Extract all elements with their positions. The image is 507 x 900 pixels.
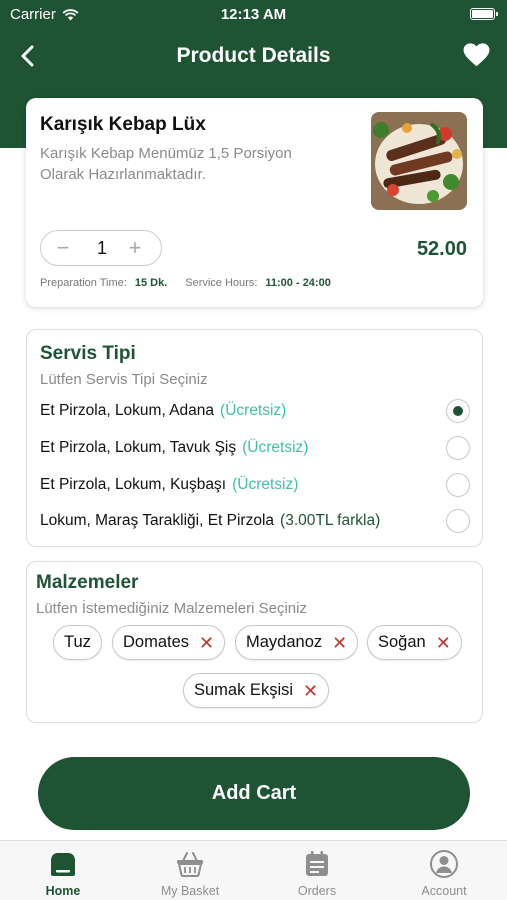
service-type-title: Servis Tipi <box>40 343 136 364</box>
prep-time-label: Preparation Time: <box>40 277 127 289</box>
option-label: Et Pirzola, Lokum, Adana <box>40 402 215 419</box>
basket-icon <box>177 852 203 877</box>
option-price-tag: (3.00TL farkla) <box>280 512 381 529</box>
prep-time-value: 15 Dk. <box>134 277 168 289</box>
tab-label: Account <box>421 884 467 898</box>
tab-label: Orders <box>297 884 337 898</box>
status-bar: Carrier 12:13 AM <box>0 0 507 30</box>
service-hours-label: Service Hours: <box>185 277 258 289</box>
option-label: Lokum, Maraş Tarakliği, Et Pirzola <box>40 512 275 529</box>
navigation-bar: Product Details <box>0 36 507 76</box>
tab-orders[interactable]: Orders <box>254 841 380 900</box>
favorite-button[interactable] <box>461 40 491 70</box>
chip-label: Maydanoz <box>246 633 323 651</box>
product-description: Karışık Kebap Menümüz 1,5 Porsiyon Olara… <box>40 145 292 183</box>
ingredients-card: Malzemeler Lütfen İstemediğiniz Malzemel… <box>26 561 483 723</box>
product-card: Karışık Kebap Lüx Karışık Kebap Menümüz … <box>26 98 483 307</box>
ingredient-chip[interactable]: Domates ✕ <box>112 625 226 660</box>
product-name: Karışık Kebap Lüx <box>40 114 206 135</box>
tab-label: Home <box>45 884 81 898</box>
product-image <box>371 112 467 210</box>
option-label: Et Pirzola, Lokum, Tavuk Şiş <box>40 439 237 456</box>
battery-icon <box>470 8 498 20</box>
product-price: 52.00 <box>416 238 467 260</box>
service-option[interactable]: Lokum, Maraş Tarakliği, Et Pirzola (3.00T… <box>40 507 470 535</box>
radio-button-selected[interactable] <box>446 399 470 423</box>
increment-button[interactable]: + <box>121 235 149 263</box>
service-option[interactable]: Et Pirzola, Lokum, Tavuk Şiş (Ücretsiz) <box>40 434 470 462</box>
preparation-info: Preparation Time: 15 Dk. Service Hours: 11:… <box>40 277 331 289</box>
option-price-tag: (Ücretsiz) <box>232 476 299 493</box>
service-hours-value: 11:00 - 24:00 <box>265 277 331 289</box>
home-icon <box>51 853 75 876</box>
option-price-tag: (Ücretsiz) <box>242 439 309 456</box>
ingredient-chip[interactable]: Soğan ✕ <box>367 625 462 660</box>
ingredient-chip[interactable]: Maydanoz ✕ <box>235 625 359 660</box>
heart-icon <box>463 43 489 67</box>
radio-button[interactable] <box>446 473 470 497</box>
remove-icon[interactable]: ✕ <box>199 634 214 652</box>
tab-bar: Home My Basket Orders Account <box>0 840 507 900</box>
option-price-tag: (Ücretsiz) <box>220 402 287 419</box>
remove-icon[interactable]: ✕ <box>436 634 451 652</box>
service-type-card: Servis Tipi Lütfen Servis Tipi Seçiniz E… <box>26 329 483 547</box>
tab-label: My Basket <box>160 884 220 898</box>
orders-icon <box>306 851 328 876</box>
quantity-value: 1 <box>96 238 107 258</box>
ingredients-subtitle: Lütfen İstemediğiniz Malzemeleri Seçiniz <box>36 600 307 617</box>
chip-label: Domates <box>123 633 190 651</box>
service-option[interactable]: Et Pirzola, Lokum, Adana (Ücretsiz) <box>40 397 470 425</box>
radio-button[interactable] <box>446 509 470 533</box>
clock: 12:13 AM <box>220 6 287 23</box>
add-cart-button[interactable]: Add Cart <box>38 757 470 830</box>
service-type-subtitle: Lütfen Servis Tipi Seçiniz <box>40 371 208 388</box>
quantity-stepper: − 1 + <box>40 230 162 266</box>
radio-button[interactable] <box>446 436 470 460</box>
decrement-button[interactable]: − <box>49 235 77 263</box>
chip-label: Tuz <box>64 633 91 651</box>
account-icon <box>430 850 458 878</box>
chip-label: Soğan <box>378 633 426 651</box>
ingredient-chip[interactable]: Sumak Ekşisi ✕ <box>183 673 330 708</box>
page-title: Product Details <box>176 44 331 67</box>
tab-account[interactable]: Account <box>381 841 507 900</box>
remove-icon[interactable]: ✕ <box>303 682 318 700</box>
remove-icon[interactable]: ✕ <box>332 634 347 652</box>
tab-my-basket[interactable]: My Basket <box>127 841 253 900</box>
service-option[interactable]: Et Pirzola, Lokum, Kuşbaşı (Ücretsiz) <box>40 471 470 499</box>
option-label: Et Pirzola, Lokum, Kuşbaşı <box>40 476 227 493</box>
tab-home[interactable]: Home <box>0 841 126 900</box>
ingredients-title: Malzemeler <box>36 572 139 593</box>
ingredient-chip[interactable]: Tuz <box>53 625 102 660</box>
chip-label: Sumak Ekşisi <box>194 681 294 699</box>
